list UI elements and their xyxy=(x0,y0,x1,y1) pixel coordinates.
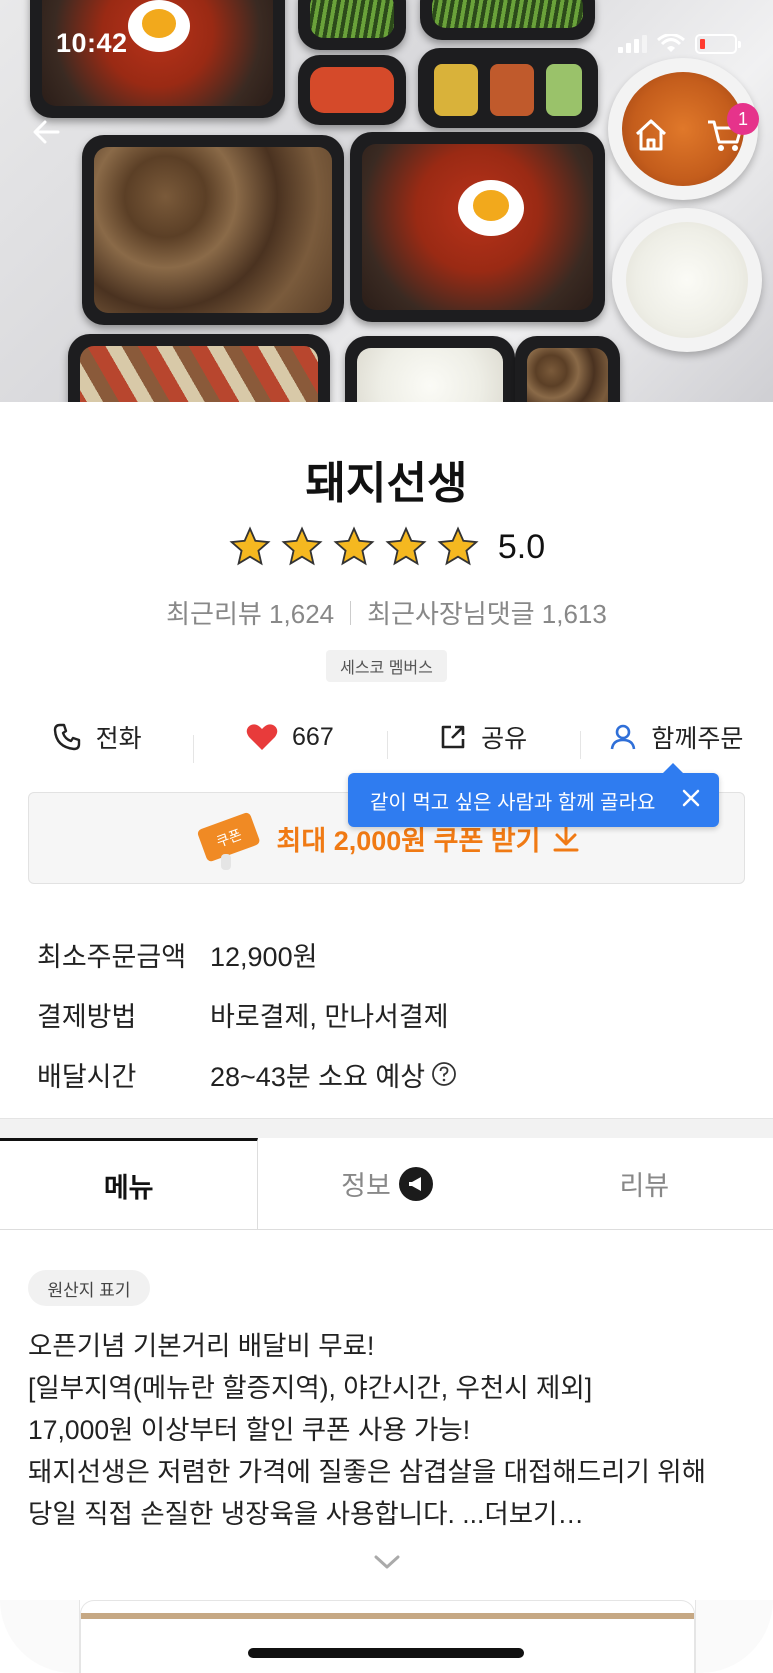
store-tabs: 메뉴 정보 리뷰 xyxy=(0,1138,773,1230)
megaphone-icon xyxy=(398,1166,433,1201)
close-icon xyxy=(682,789,700,807)
group-order-tooltip: 같이 먹고 싶은 사람과 함께 골라요 xyxy=(348,763,719,827)
tab-label: 정보 xyxy=(341,1171,391,1201)
like-count: 667 xyxy=(292,722,334,751)
share-button[interactable]: 공유 xyxy=(386,719,580,759)
recent-reviews-count: 최근리뷰 1,624 xyxy=(166,599,335,629)
cesco-member-tag: 세스코 멤버스 xyxy=(326,650,447,682)
call-label: 전화 xyxy=(95,725,142,753)
expand-button[interactable] xyxy=(372,1552,402,1577)
store-info-list: 최소주문금액 12,900원 결제방법 바로결제, 만나서결제 배달시간 28~… xyxy=(37,924,457,1104)
signal-icon xyxy=(618,35,647,53)
tab-label: 리뷰 xyxy=(619,1171,670,1201)
back-button[interactable] xyxy=(26,112,66,152)
notice-line: [일부지역(메뉴란 할증지역), 야간시간, 우천시 제외] xyxy=(28,1373,593,1403)
status-time: 10:42 xyxy=(56,28,128,58)
help-icon[interactable] xyxy=(431,1061,457,1087)
card-peek-right xyxy=(695,1600,773,1673)
status-icons xyxy=(618,34,741,54)
notice-line: 당일 직접 손질한 냉장육을 사용합니다. ...더보기… xyxy=(28,1499,584,1529)
like-button[interactable]: 667 xyxy=(193,722,386,763)
store-name: 돼지선생 xyxy=(305,459,468,508)
notice-line: 오픈기념 기본거리 배달비 무료! xyxy=(28,1331,375,1361)
phone-icon xyxy=(53,723,80,751)
star-icon xyxy=(437,526,479,566)
share-label: 공유 xyxy=(481,725,528,753)
download-icon xyxy=(553,823,579,852)
menu-card-peek xyxy=(80,1600,695,1673)
tab-label: 메뉴 xyxy=(103,1172,154,1203)
coupon-icon: 쿠폰 xyxy=(197,812,259,870)
star-icon xyxy=(385,526,427,566)
review-separator xyxy=(350,600,352,625)
card-peek-left xyxy=(0,1600,80,1673)
payment-method-row: 결제방법 바로결제, 만나서결제 xyxy=(37,984,457,1044)
home-icon xyxy=(635,119,667,151)
call-button[interactable]: 전화 xyxy=(0,719,193,755)
section-divider xyxy=(0,1118,773,1138)
store-notice[interactable]: 오픈기념 기본거리 배달비 무료! [일부지역(메뉴란 할증지역), 야간시간,… xyxy=(28,1325,706,1535)
tab-review[interactable]: 리뷰 xyxy=(516,1138,773,1229)
notice-line: 돼지선생은 저렴한 가격에 질좋은 삼겹살을 대접해드리기 위해 xyxy=(28,1457,707,1487)
group-order-label: 함께주문 xyxy=(651,725,744,753)
chevron-down-icon xyxy=(374,1555,400,1569)
rating-row[interactable]: 5.0 xyxy=(0,525,773,569)
min-order-row: 최소주문금액 12,900원 xyxy=(37,924,457,984)
group-order-button[interactable]: 함께주문 xyxy=(579,719,773,759)
info-key: 결제방법 xyxy=(37,1001,137,1032)
delivery-time-row: 배달시간 28~43분 소요 예상 xyxy=(37,1044,457,1104)
review-stats[interactable]: 최근리뷰 1,624 최근사장님댓글 1,613 xyxy=(0,594,773,631)
heart-icon xyxy=(246,724,278,750)
origin-label-button[interactable]: 원산지 표기 xyxy=(28,1270,150,1306)
store-hero-image: 10:42 1 xyxy=(0,0,773,402)
home-button[interactable] xyxy=(628,112,674,158)
star-icon xyxy=(229,526,271,566)
tooltip-text: 같이 먹고 싶은 사람과 함께 골라요 xyxy=(370,791,656,814)
tab-info[interactable]: 정보 xyxy=(258,1138,515,1229)
person-icon xyxy=(611,724,636,750)
arrow-left-icon xyxy=(33,120,60,144)
info-value: 바로결제, 만나서결제 xyxy=(210,1001,449,1032)
info-key: 최소주문금액 xyxy=(37,941,187,972)
cart-count-badge: 1 xyxy=(727,103,759,135)
store-actions: 전화 667 공유 함께주문 xyxy=(0,712,773,763)
wifi-icon xyxy=(657,34,685,52)
home-indicator xyxy=(248,1648,524,1658)
info-key: 배달시간 xyxy=(37,1061,137,1092)
info-value: 28~43분 소요 예상 xyxy=(210,1061,426,1092)
notice-line: 17,000원 이상부터 할인 쿠폰 사용 가능! xyxy=(28,1415,471,1445)
info-value: 12,900원 xyxy=(210,941,318,972)
tab-menu[interactable]: 메뉴 xyxy=(0,1138,259,1229)
tooltip-close-button[interactable] xyxy=(681,787,701,815)
rating-value: 5.0 xyxy=(497,527,546,566)
battery-icon xyxy=(695,34,741,54)
star-icon xyxy=(281,526,323,566)
share-icon xyxy=(441,725,465,749)
owner-replies-count: 최근사장님댓글 1,613 xyxy=(367,599,607,629)
star-icon xyxy=(333,526,375,566)
